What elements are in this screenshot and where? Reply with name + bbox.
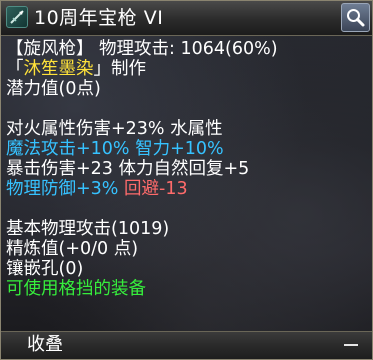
item-stats: 【旋风枪】 物理攻击: 1064(60%) 「沐笙墨染」制作 潜力值(0点) 对火属性… [6,39,278,299]
stat-line: 精炼值(+0/0 点) [6,239,278,259]
stat-text: 「 [6,59,24,79]
stat-text: 潜力值(0点) [6,79,101,99]
stat-text: 可使用格挡的装备 [6,279,146,299]
minus-icon[interactable] [344,344,358,346]
stat-line: 基本物理攻击(1019) [6,219,278,239]
stat-text: 对火属性伤害+23% 水属性 [6,119,223,139]
stat-text: 」制作 [93,59,147,79]
stat-line: 镶嵌孔(0) [6,259,278,279]
stat-line: 对火属性伤害+23% 水属性 [6,119,278,139]
stat-text: 回避-13 [124,179,188,199]
item-tooltip-window: 10周年宝枪 VI 【旋风枪】 物理攻击: 1064(60%) 「沐笙墨染」制作潜… [0,0,373,360]
stat-text: 物理防御+3% [6,179,124,199]
stat-line: 魔法攻击+10% 智力+10% [6,139,278,159]
stat-text: 镶嵌孔(0) [6,259,84,279]
title-bar: 10周年宝枪 VI [1,1,372,36]
footer-bar[interactable]: 收叠 [1,331,372,359]
magnifier-icon[interactable] [341,3,370,32]
stat-text: 魔法攻击+10% 智力+10% [6,139,224,159]
item-name: 10周年宝枪 VI [34,7,164,29]
stat-text: 【旋风枪】 物理攻击: 1064(60%) [6,39,278,59]
stat-line: 物理防御+3% 回避-13 [6,179,278,199]
stat-line: 可使用格挡的装备 [6,279,278,299]
stat-line: 「沐笙墨染」制作 [6,59,278,79]
collapse-label[interactable]: 收叠 [27,334,63,356]
stat-text: 精炼值(+0/0 点) [6,239,139,259]
stat-text: 暴击伤害+23 体力自然回复+5 [6,159,250,179]
stat-text: 基本物理攻击(1019) [6,219,170,239]
stat-text: 沐笙墨染 [23,59,94,79]
stat-line: 暴击伤害+23 体力自然回复+5 [6,159,278,179]
stat-line: 【旋风枪】 物理攻击: 1064(60%) [6,39,278,59]
stat-line: 潜力值(0点) [6,79,278,99]
spear-icon [6,6,28,28]
